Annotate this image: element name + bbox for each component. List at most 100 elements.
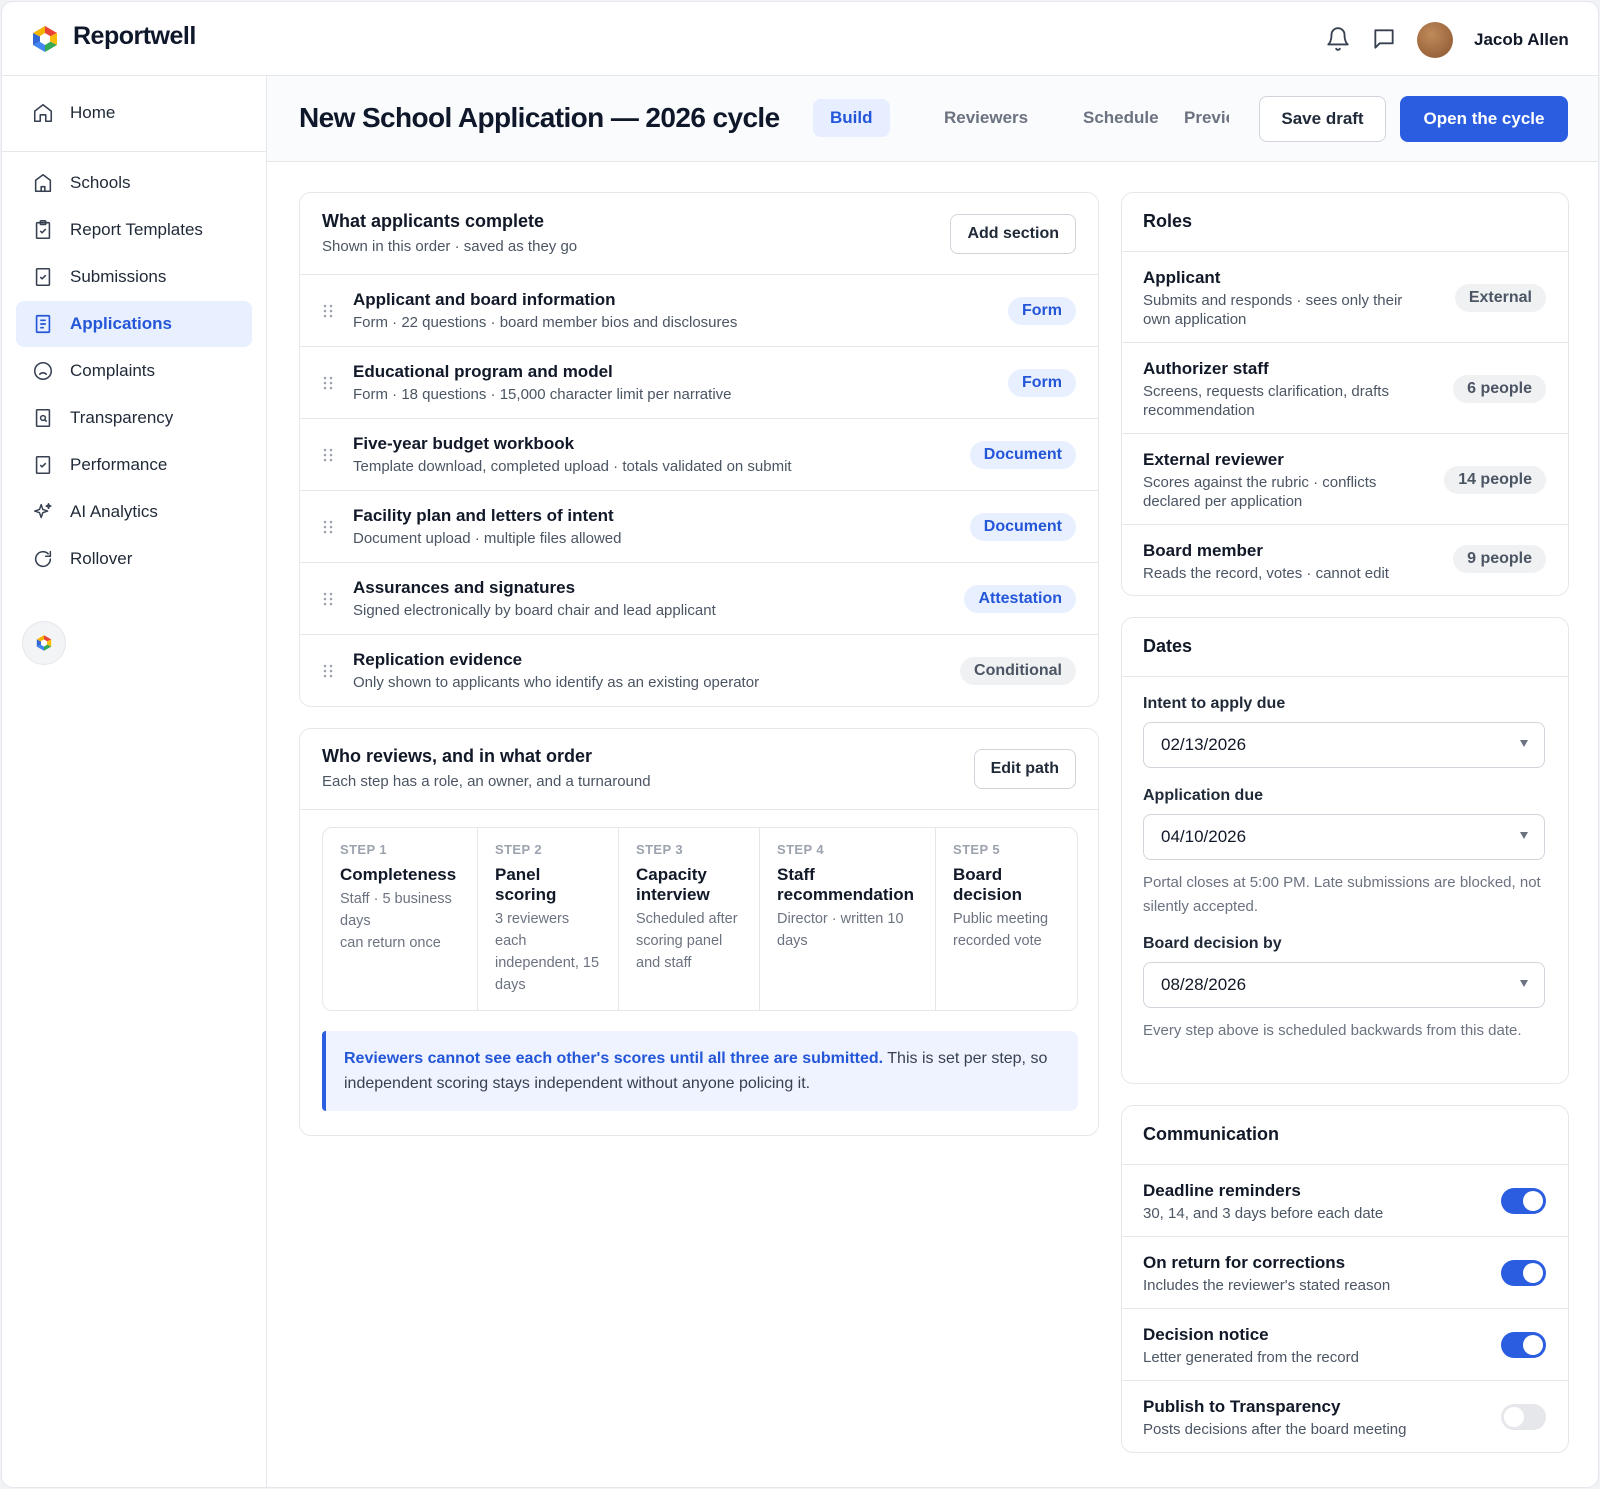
sidebar-logo-button[interactable] — [22, 621, 66, 665]
review-path-card: Who reviews, and in what order Each step… — [299, 728, 1099, 1136]
review-steps: STEP 1 Completeness Staff · 5 business d… — [322, 827, 1078, 1011]
sad-face-icon — [32, 360, 54, 382]
list-item[interactable]: Replication evidence Only shown to appli… — [300, 634, 1098, 706]
deadline-reminders-toggle[interactable] — [1501, 1188, 1546, 1214]
bell-icon[interactable] — [1325, 26, 1351, 52]
review-step[interactable]: STEP 3 Capacity interview Scheduled afte… — [619, 828, 760, 1010]
section-type-badge: Form — [1008, 297, 1076, 325]
intent-due-label: Intent to apply due — [1143, 695, 1286, 712]
publish-transparency-toggle[interactable] — [1501, 1404, 1546, 1430]
sidebar-item-report-templates[interactable]: Report Templates — [16, 207, 252, 253]
clipboard-icon — [32, 219, 54, 241]
sidebar-item-schools[interactable]: Schools — [16, 160, 252, 206]
tab-preview[interactable]: Preview — [1167, 99, 1229, 137]
board-decision-select[interactable]: 08/28/2026 — [1143, 962, 1545, 1008]
list-item[interactable]: Five-year budget workbook Template downl… — [300, 418, 1098, 490]
section-description: Only shown to applicants who identify as… — [353, 674, 760, 691]
brand-name: Reportwell — [73, 22, 196, 50]
decision-notice-toggle[interactable] — [1501, 1332, 1546, 1358]
chevron-down-icon — [1520, 740, 1528, 747]
step-description: Public meeting recorded vote — [953, 911, 1049, 949]
board-decision-value: 08/28/2026 — [1161, 975, 1247, 994]
notification-description: Posts decisions after the board meeting — [1143, 1421, 1407, 1438]
review-step[interactable]: STEP 5 Board decision Public meeting rec… — [936, 828, 1077, 1010]
roles-card-title: Roles — [1143, 211, 1193, 231]
section-type-badge: Document — [969, 441, 1076, 469]
return-corrections-toggle[interactable] — [1501, 1260, 1546, 1286]
tab-schedule[interactable]: Schedule — [1066, 99, 1176, 137]
section-title: Applicant and board information — [353, 290, 616, 309]
review-step[interactable]: STEP 1 Completeness Staff · 5 business d… — [323, 828, 478, 1010]
notification-row: Decision notice Letter generated from th… — [1122, 1308, 1568, 1380]
sidebar-item-rollover[interactable]: Rollover — [16, 536, 252, 582]
app-window: Reportwell Jacob Allen Home Schools Repo… — [1, 1, 1599, 1488]
sidebar-item-submissions[interactable]: Submissions — [16, 254, 252, 300]
open-cycle-button[interactable]: Open the cycle — [1400, 96, 1568, 142]
review-step[interactable]: STEP 2 Panel scoring 3 reviewers each in… — [478, 828, 619, 1010]
role-name: External reviewer — [1143, 450, 1284, 469]
section-type-badge: Attestation — [964, 585, 1076, 613]
application-due-select[interactable]: 04/10/2026 — [1143, 814, 1545, 860]
role-name: Applicant — [1143, 268, 1221, 287]
sidebar-item-transparency[interactable]: Transparency — [16, 395, 252, 441]
application-due-help: Portal closes at 5:00 PM. Late submissio… — [1143, 874, 1541, 915]
toggle-knob — [1523, 1335, 1543, 1355]
drag-handle-icon[interactable] — [322, 591, 334, 607]
application-due-label: Application due — [1143, 787, 1263, 804]
step-number: STEP 3 — [636, 842, 683, 857]
sidebar-item-label: Submissions — [70, 267, 167, 286]
role-row[interactable]: External reviewer Scores against the rub… — [1122, 433, 1568, 524]
sidebar-item-complaints[interactable]: Complaints — [16, 348, 252, 394]
intent-due-value: 02/13/2026 — [1161, 735, 1247, 754]
drag-handle-icon[interactable] — [322, 303, 334, 319]
role-badge: External — [1454, 284, 1546, 312]
notification-title: On return for corrections — [1143, 1253, 1346, 1272]
drag-handle-icon[interactable] — [322, 447, 334, 463]
board-decision-label: Board decision by — [1143, 935, 1282, 952]
list-item[interactable]: Assurances and signatures Signed electro… — [300, 562, 1098, 634]
role-row[interactable]: Board member Reads the record, votes · c… — [1122, 524, 1568, 595]
sidebar-item-performance[interactable]: Performance — [16, 442, 252, 488]
sidebar-item-label: Performance — [70, 455, 168, 474]
notification-description: Includes the reviewer's stated reason — [1143, 1277, 1391, 1294]
avatar[interactable] — [1417, 22, 1453, 58]
sidebar-item-ai-analytics[interactable]: AI Analytics — [16, 489, 252, 535]
tab-build[interactable]: Build — [813, 99, 890, 137]
document-check-icon — [32, 454, 54, 476]
add-section-button[interactable]: Add section — [950, 214, 1076, 254]
drag-handle-icon[interactable] — [322, 375, 334, 391]
notification-row: Publish to Transparency Posts decisions … — [1122, 1380, 1568, 1452]
section-description: Template download, completed upload · to… — [353, 458, 792, 475]
edit-path-button[interactable]: Edit path — [973, 749, 1076, 789]
section-type-badge: Document — [969, 513, 1076, 541]
sidebar-item-applications[interactable]: Applications — [16, 301, 252, 347]
section-type-badge: Form — [1008, 369, 1076, 397]
list-item[interactable]: Applicant and board information Form · 2… — [300, 274, 1098, 346]
section-description: Form · 18 questions · 15,000 character l… — [353, 386, 732, 403]
roles-card: Roles Applicant Submits and responds · s… — [1121, 192, 1569, 596]
tab-reviewers[interactable]: Reviewers — [927, 99, 1045, 137]
drag-handle-icon[interactable] — [322, 519, 334, 535]
document-search-icon — [32, 407, 54, 429]
sidebar-item-home[interactable]: Home — [16, 90, 252, 136]
notification-description: Letter generated from the record — [1143, 1349, 1359, 1366]
user-name[interactable]: Jacob Allen — [1474, 30, 1569, 50]
intent-due-select[interactable]: 02/13/2026 — [1143, 722, 1545, 768]
chat-icon[interactable] — [1371, 26, 1397, 52]
toggle-knob — [1523, 1191, 1543, 1211]
step-number: STEP 1 — [340, 842, 387, 857]
document-list-icon — [32, 313, 54, 335]
notification-row: Deadline reminders 30, 14, and 3 days be… — [1122, 1164, 1568, 1236]
notification-title: Decision notice — [1143, 1325, 1269, 1344]
section-title: Educational program and model — [353, 362, 613, 381]
review-step[interactable]: STEP 4 Staff recommendation Director · w… — [760, 828, 936, 1010]
drag-handle-icon[interactable] — [322, 663, 334, 679]
role-row[interactable]: Applicant Submits and responds · sees on… — [1122, 251, 1568, 342]
step-title: Capacity interview — [636, 865, 710, 904]
list-item[interactable]: Educational program and model Form · 18 … — [300, 346, 1098, 418]
list-item[interactable]: Facility plan and letters of intent Docu… — [300, 490, 1098, 562]
save-draft-button[interactable]: Save draft — [1259, 96, 1386, 142]
step-description: Scheduled after scoring panel and staff — [636, 911, 738, 971]
role-row[interactable]: Authorizer staff Screens, requests clari… — [1122, 342, 1568, 433]
step-number: STEP 2 — [495, 842, 542, 857]
